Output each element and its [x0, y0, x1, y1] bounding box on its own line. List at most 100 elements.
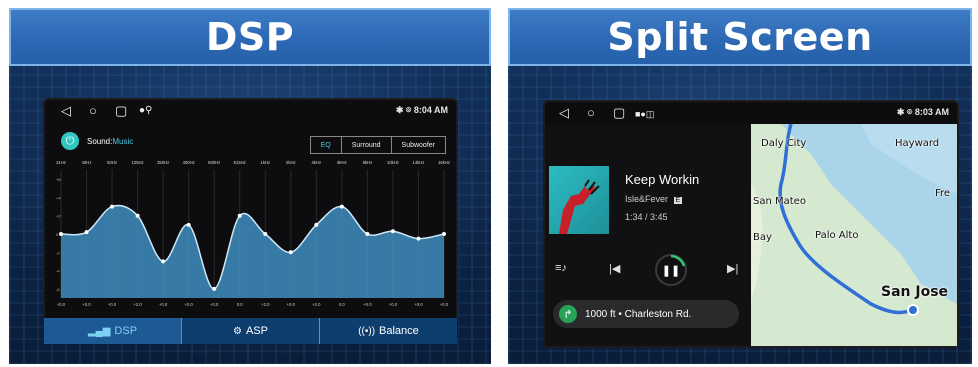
eq-y-tick: -4	[56, 269, 60, 274]
song-time: 1:34 / 3:45	[625, 212, 668, 222]
status-bar: ◁ ○ ▢ ●⚲ ✱ ⌾ 8:04 AM	[45, 100, 456, 122]
eq-value-label: +0.0	[363, 302, 372, 307]
status-bar: ◁ ○ ▢ ■●◫ ✱ ⌾ 8:03 AM	[545, 102, 957, 124]
eq-value-label: +0.0	[82, 302, 91, 307]
eq-point[interactable]	[288, 250, 293, 255]
sound-source-label: Sound:Music	[87, 137, 133, 146]
dsp-banner-title: DSP	[205, 15, 295, 59]
eq-y-tick: -6	[56, 287, 60, 292]
recents-icon[interactable]: ▢	[613, 106, 625, 119]
eq-point[interactable]	[416, 236, 421, 241]
bottom-tab-dsp[interactable]: ▂▄▆ DSP	[44, 318, 181, 344]
split-panel: Split Screen ◁ ○ ▢ ■●◫ ✱ ⌾ 8:03 AM Keep …	[508, 8, 972, 364]
next-icon[interactable]: ▶|	[727, 262, 738, 275]
eq-chart[interactable]: +6 +4 +2 0 -2 -4 -6 31Hz 40Hz 50Hz 125Hz 250Hz 400Hz…	[55, 158, 450, 310]
previous-icon[interactable]: |◀	[609, 262, 620, 275]
eq-point[interactable]	[135, 213, 140, 218]
eq-freq-label: 14kHz	[413, 160, 425, 165]
recents-icon[interactable]: ▢	[115, 104, 127, 117]
eq-freq-label: 16kHz	[438, 160, 450, 165]
eq-freq-label: 31Hz	[56, 160, 66, 165]
eq-value-label: +0.0	[159, 302, 168, 307]
eq-value-label: +0.0	[389, 302, 398, 307]
bottom-tab-asp[interactable]: ⚙ ASP	[181, 318, 319, 344]
eq-freq-label: 400Hz	[183, 160, 195, 165]
eq-freq-label: 40Hz	[82, 160, 92, 165]
home-icon[interactable]: ○	[89, 104, 97, 117]
map-label-daly-city: Daly City	[761, 138, 807, 149]
dsp-bottom-tabs: ▂▄▆ DSP ⚙ ASP ((•)) Balance	[44, 318, 457, 344]
eq-value-label: 0.0	[339, 302, 345, 307]
eq-value-label: +0.0	[185, 302, 194, 307]
progress-ring	[670, 254, 686, 267]
back-icon[interactable]: ◁	[61, 104, 71, 117]
eq-freq-label: 125Hz	[132, 160, 144, 165]
eq-point[interactable]	[186, 222, 191, 227]
eq-point[interactable]	[339, 204, 344, 209]
turn-right-icon: ↱	[559, 305, 577, 323]
tab-subwoofer[interactable]: Subwoofer	[390, 137, 445, 153]
dsp-tabs: EQ Surround Subwoofer	[309, 136, 446, 154]
album-art[interactable]	[549, 166, 609, 234]
eq-point[interactable]	[314, 222, 319, 227]
home-icon[interactable]: ○	[587, 106, 595, 119]
notification-icons: ■●◫	[635, 109, 655, 119]
song-title: Keep Workin	[625, 172, 700, 187]
eq-value-label: +0.0	[210, 302, 219, 307]
map-label-fre: Fre	[935, 188, 951, 199]
navigation-card[interactable]: ↱ 1000 ft • Charleston Rd.	[553, 300, 739, 328]
dsp-banner: DSP	[9, 8, 491, 66]
eq-value-label: +0.0	[57, 302, 66, 307]
bottom-tab-balance-label: Balance	[379, 325, 419, 337]
eq-value-label: +2.0	[261, 302, 270, 307]
bottom-tab-dsp-label: DSP	[114, 325, 138, 337]
sound-prefix: Sound:	[87, 136, 113, 146]
notification-icons: ●⚲	[139, 105, 153, 116]
map-label-palo-alto: Palo Alto	[815, 230, 859, 241]
eq-freq-label: 50Hz	[107, 160, 117, 165]
eq-y-tick: 0	[56, 232, 59, 237]
eq-value-label: +0.0	[414, 302, 423, 307]
eq-point[interactable]	[237, 213, 242, 218]
bottom-tab-asp-label: ASP	[245, 325, 268, 337]
eq-point[interactable]	[390, 229, 395, 234]
eq-point[interactable]	[161, 259, 166, 264]
eq-point[interactable]	[442, 232, 446, 236]
music-pane: Keep Workin Isle&Fever E 1:34 / 3:45 ≡♪ …	[545, 124, 751, 346]
eq-point[interactable]	[365, 232, 370, 236]
eq-graph[interactable]: +6 +4 +2 0 -2 -4 -6 31Hz 40Hz 50Hz 125Hz 250Hz 400Hz…	[55, 158, 450, 310]
eq-point[interactable]	[212, 286, 217, 291]
split-banner-title: Split Screen	[607, 15, 873, 59]
sound-source: Music	[112, 136, 134, 146]
eq-freq-label: 250Hz	[157, 160, 169, 165]
eq-y-tick: -2	[56, 250, 60, 255]
pause-button[interactable]: ❚❚	[655, 254, 687, 286]
power-icon[interactable]: ⏻	[61, 132, 79, 150]
bottom-tab-balance[interactable]: ((•)) Balance	[319, 318, 457, 344]
asp-icon: ⚙	[233, 325, 242, 337]
song-artist-row: Isle&Fever E	[625, 194, 683, 204]
eq-value-label: +2.0	[133, 302, 142, 307]
status-time: 8:04 AM	[413, 105, 448, 115]
map-label-san-jose: San Jose	[881, 284, 949, 300]
eq-point[interactable]	[263, 232, 268, 236]
queue-icon[interactable]: ≡♪	[555, 262, 567, 274]
eq-point[interactable]	[84, 230, 89, 235]
eq-freq-label: 1kHz	[260, 160, 270, 165]
bars-icon: ▂▄▆	[87, 325, 111, 337]
eq-y-tick: +4	[56, 195, 61, 200]
back-icon[interactable]: ◁	[559, 106, 569, 119]
eq-freq-label: 8kHz	[363, 160, 373, 165]
status-indicators: ✱ ⌾ 8:03 AM	[896, 107, 949, 117]
eq-point[interactable]	[110, 204, 115, 209]
map-label-san-mateo: San Mateo	[753, 196, 806, 207]
eq-freq-label: 6kHz	[337, 160, 347, 165]
eq-freq-label: 500Hz	[208, 160, 220, 165]
song-artist: Isle&Fever	[625, 194, 669, 204]
tab-eq[interactable]: EQ	[311, 137, 341, 153]
tab-surround[interactable]: Surround	[340, 137, 391, 153]
eq-point[interactable]	[59, 232, 63, 236]
split-screen: ◁ ○ ▢ ■●◫ ✱ ⌾ 8:03 AM Keep Workin Isle&F…	[545, 102, 957, 346]
map-pane[interactable]: Daly City Hayward San Mateo Fre Bay Palo…	[751, 124, 957, 346]
eq-freq-label: 815Hz	[234, 160, 246, 165]
